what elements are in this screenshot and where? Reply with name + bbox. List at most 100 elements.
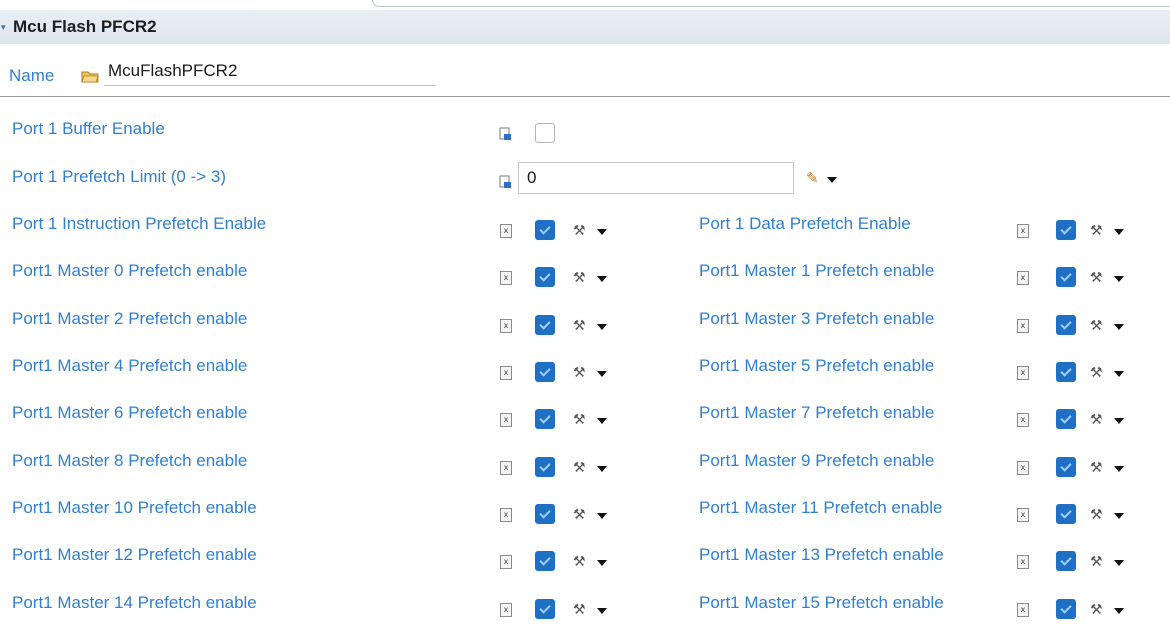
tool-menu-button[interactable]: ⚒	[573, 364, 611, 382]
left-param-label: Port1 Master 8 Prefetch enable	[12, 451, 248, 470]
right-param-checkbox[interactable]	[1056, 267, 1076, 287]
tool-menu-button[interactable]: ⚒	[573, 506, 611, 524]
left-param-checkbox[interactable]	[535, 220, 555, 240]
boolean-x-icon: x	[1017, 271, 1029, 285]
buffer-enable-label: Port 1 Buffer Enable	[12, 119, 165, 138]
tool-menu-button[interactable]: ⚒	[573, 317, 611, 335]
name-field[interactable]	[104, 56, 436, 86]
right-param-label: Port1 Master 1 Prefetch enable	[699, 261, 935, 280]
left-param-checkbox[interactable]	[535, 599, 555, 619]
caret-down-icon	[1114, 371, 1124, 377]
boolean-x-icon: x	[500, 603, 512, 617]
caret-down-icon	[1114, 560, 1124, 566]
boolean-x-icon: x	[500, 555, 512, 569]
edit-menu-button[interactable]: ✎	[806, 169, 846, 188]
right-param-checkbox[interactable]	[1056, 551, 1076, 571]
left-param-checkbox[interactable]	[535, 409, 555, 429]
left-param-label: Port1 Master 10 Prefetch enable	[12, 498, 257, 517]
wrench-icon: ⚒	[1090, 412, 1103, 428]
caret-down-icon	[1114, 513, 1124, 519]
left-param-label: Port1 Master 6 Prefetch enable	[12, 403, 248, 422]
right-param-checkbox[interactable]	[1056, 409, 1076, 429]
wrench-icon: ⚒	[573, 602, 586, 618]
boolean-x-icon: x	[500, 271, 512, 285]
wrench-icon: ⚒	[573, 270, 586, 286]
caret-down-icon	[1114, 418, 1124, 424]
right-param-checkbox[interactable]	[1056, 220, 1076, 240]
wrench-icon: ⚒	[1090, 507, 1103, 523]
right-param-checkbox[interactable]	[1056, 362, 1076, 382]
left-param-label: Port1 Master 2 Prefetch enable	[12, 309, 248, 328]
tool-menu-button[interactable]: ⚒	[573, 601, 611, 619]
prefetch-limit-label: Port 1 Prefetch Limit (0 -> 3)	[12, 167, 226, 186]
tool-menu-button[interactable]: ⚒	[1090, 601, 1128, 619]
wrench-icon: ⚒	[1090, 318, 1103, 334]
boolean-x-icon: x	[1017, 461, 1029, 475]
left-param-label: Port1 Master 12 Prefetch enable	[12, 545, 257, 564]
left-param-checkbox[interactable]	[535, 267, 555, 287]
tool-menu-button[interactable]: ⚒	[1090, 317, 1128, 335]
caret-down-icon	[597, 276, 607, 282]
tool-menu-button[interactable]: ⚒	[1090, 222, 1128, 240]
caret-down-icon	[597, 608, 607, 614]
left-param-label: Port 1 Instruction Prefetch Enable	[12, 214, 267, 233]
right-param-label: Port1 Master 15 Prefetch enable	[699, 593, 944, 612]
tool-menu-button[interactable]: ⚒	[573, 553, 611, 571]
boolean-x-icon: x	[1017, 603, 1029, 617]
boolean-x-icon: x	[1017, 508, 1029, 522]
prefetch-limit-input[interactable]	[518, 162, 794, 194]
editor-top-strip	[0, 0, 1170, 10]
tool-menu-button[interactable]: ⚒	[1090, 506, 1128, 524]
tool-menu-button[interactable]: ⚒	[573, 222, 611, 240]
boolean-x-icon: x	[500, 319, 512, 333]
caret-down-icon	[1114, 229, 1124, 235]
left-param-checkbox[interactable]	[535, 362, 555, 382]
caret-down-icon	[1114, 276, 1124, 282]
tab-edge	[372, 0, 1170, 7]
caret-down-icon	[597, 418, 607, 424]
tool-menu-button[interactable]: ⚒	[573, 411, 611, 429]
section-header[interactable]: ▾ Mcu Flash PFCR2	[0, 10, 1170, 44]
boolean-x-icon: x	[500, 224, 512, 238]
wrench-icon: ⚒	[1090, 554, 1103, 570]
boolean-x-icon: x	[1017, 555, 1029, 569]
right-param-checkbox[interactable]	[1056, 315, 1076, 335]
tool-menu-button[interactable]: ⚒	[573, 459, 611, 477]
tool-menu-button[interactable]: ⚒	[1090, 459, 1128, 477]
caret-down-icon	[597, 371, 607, 377]
section-title: Mcu Flash PFCR2	[13, 17, 157, 36]
boolean-x-icon: x	[500, 413, 512, 427]
left-param-label: Port1 Master 4 Prefetch enable	[12, 356, 248, 375]
tool-menu-button[interactable]: ⚒	[1090, 411, 1128, 429]
right-param-checkbox[interactable]	[1056, 599, 1076, 619]
pencil-icon: ✎	[806, 169, 819, 187]
tool-menu-button[interactable]: ⚒	[1090, 269, 1128, 287]
tool-menu-button[interactable]: ⚒	[573, 269, 611, 287]
left-param-label: Port1 Master 14 Prefetch enable	[12, 593, 257, 612]
collapse-twisty-icon[interactable]: ▾	[1, 22, 11, 33]
wrench-icon: ⚒	[1090, 223, 1103, 239]
buffer-enable-checkbox[interactable]	[535, 123, 555, 143]
tool-menu-button[interactable]: ⚒	[1090, 553, 1128, 571]
caret-down-icon	[597, 324, 607, 330]
right-param-checkbox[interactable]	[1056, 504, 1076, 524]
left-param-checkbox[interactable]	[535, 551, 555, 571]
boolean-x-icon: x	[500, 461, 512, 475]
wrench-icon: ⚒	[573, 412, 586, 428]
boolean-x-icon: x	[1017, 413, 1029, 427]
caret-down-icon	[1114, 466, 1124, 472]
parameter-doc-icon	[499, 175, 511, 188]
caret-down-icon	[597, 560, 607, 566]
left-param-checkbox[interactable]	[535, 315, 555, 335]
wrench-icon: ⚒	[573, 365, 586, 381]
right-param-checkbox[interactable]	[1056, 457, 1076, 477]
left-param-checkbox[interactable]	[535, 457, 555, 477]
left-param-checkbox[interactable]	[535, 504, 555, 524]
right-param-label: Port1 Master 13 Prefetch enable	[699, 545, 944, 564]
wrench-icon: ⚒	[573, 554, 586, 570]
tool-menu-button[interactable]: ⚒	[1090, 364, 1128, 382]
name-label: Name	[9, 66, 55, 85]
boolean-x-icon: x	[1017, 319, 1029, 333]
wrench-icon: ⚒	[1090, 460, 1103, 476]
caret-down-icon	[597, 513, 607, 519]
